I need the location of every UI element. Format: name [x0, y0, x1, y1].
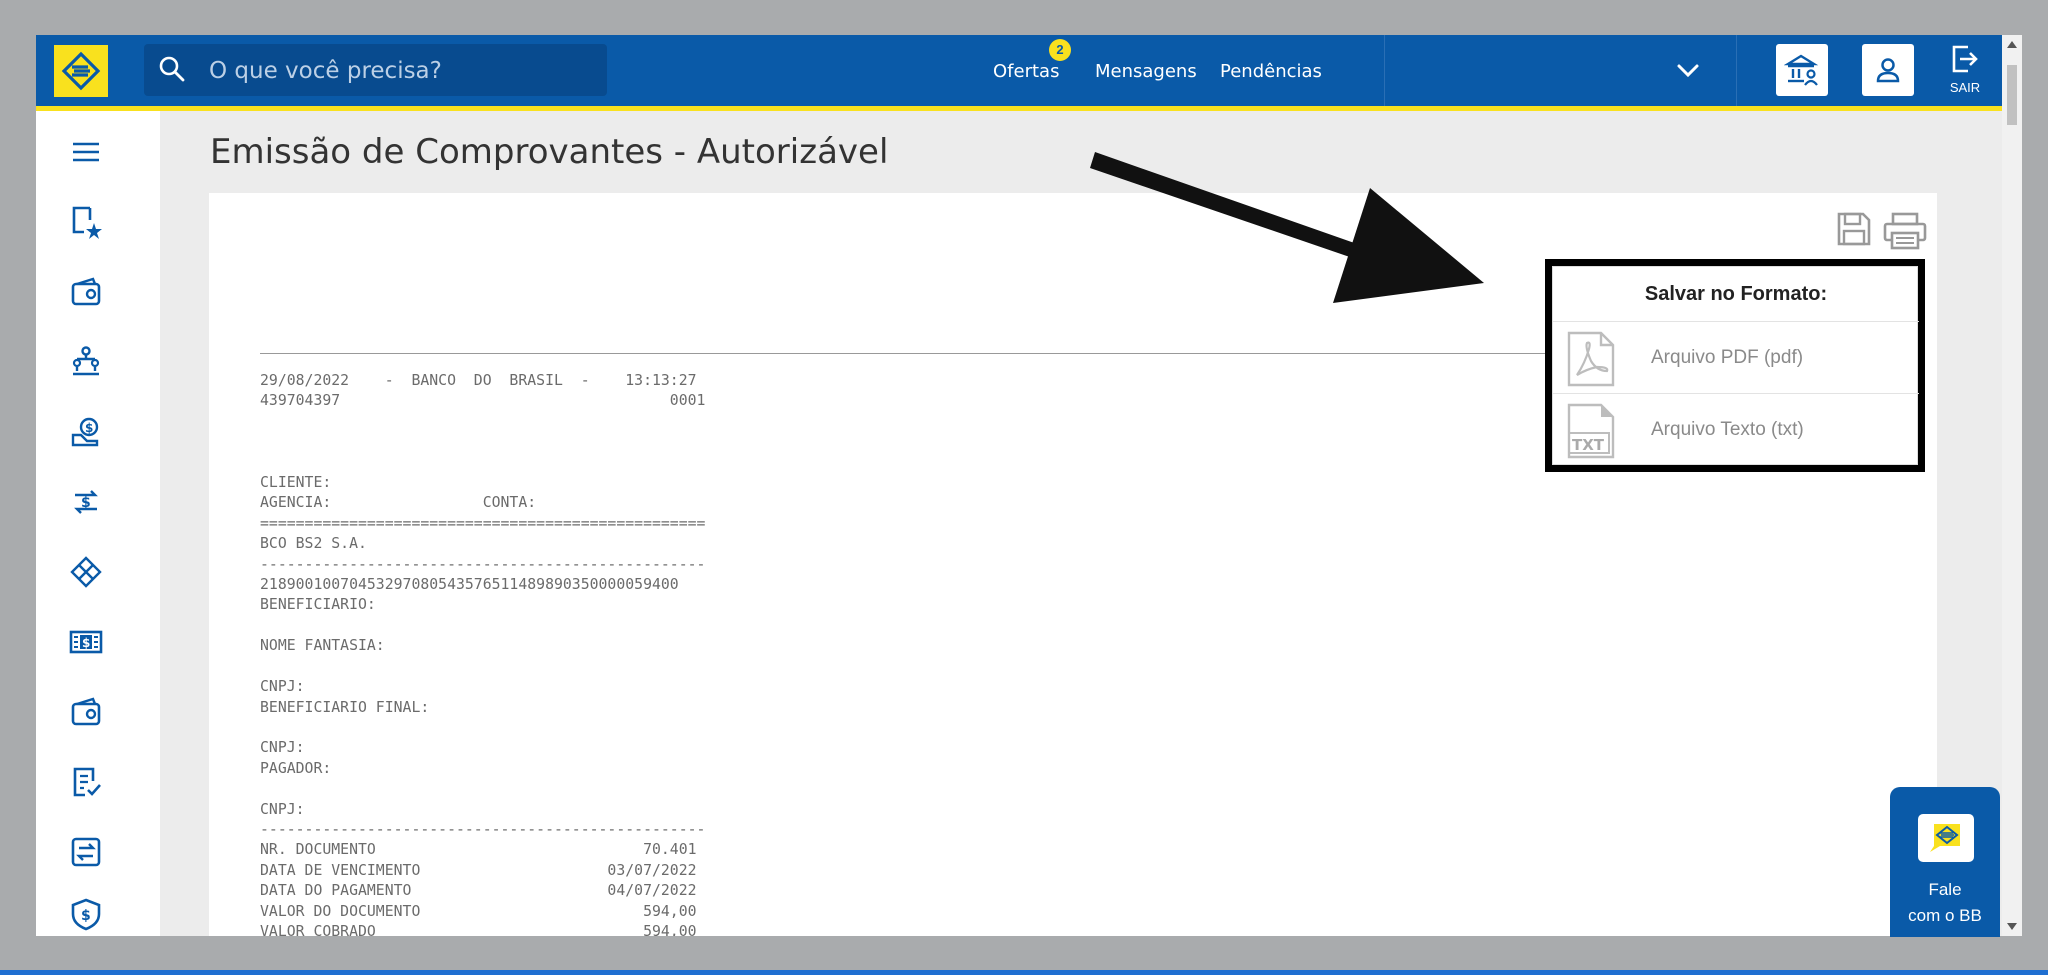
sidebar-item-receipts[interactable]: [64, 760, 108, 804]
nav-ofertas[interactable]: Ofertas: [993, 61, 1059, 82]
page-title: Emissão de Comprovantes - Autorizável: [210, 132, 889, 172]
fale-com-bb-button[interactable]: Fale com o BB: [1890, 787, 2000, 937]
save-format-title: Salvar no Formato:: [1553, 267, 1919, 322]
bank-user-icon: [1784, 54, 1819, 86]
save-pdf-option[interactable]: Arquivo PDF (pdf): [1553, 322, 1919, 394]
bb-logo-icon: [61, 51, 101, 91]
receipt-text: 29/08/2022 - BANCO DO BRASIL - 13:13:27 …: [260, 372, 706, 936]
svg-text:$: $: [85, 421, 93, 435]
nav-pendencias[interactable]: Pendências: [1220, 61, 1322, 82]
pix-icon: [70, 556, 102, 588]
save-format-menu: Salvar no Formato: Arquivo PDF (pdf) TXT…: [1545, 259, 1925, 472]
sidebar-item-wallet[interactable]: [64, 270, 108, 314]
taskbar-strip: [0, 970, 2048, 975]
svg-text:$: $: [82, 636, 90, 650]
divider: [1736, 35, 1737, 106]
nav-mensagens[interactable]: Mensagens: [1095, 61, 1197, 82]
ofertas-badge: 2: [1049, 39, 1071, 61]
banknote-icon: $: [69, 630, 103, 654]
save-format-panel: Salvar no Formato: Arquivo PDF (pdf) TXT…: [1552, 266, 1919, 466]
divider-line: [260, 353, 1560, 354]
sidebar-item-insurance[interactable]: $: [64, 892, 108, 936]
save-txt-option[interactable]: TXT Arquivo Texto (txt): [1553, 394, 1919, 466]
sidebar-item-exchange[interactable]: [64, 830, 108, 874]
txt-file-icon: TXT: [1567, 403, 1615, 459]
save-pdf-label: Arquivo PDF (pdf): [1651, 347, 1804, 368]
search-box[interactable]: O que você precisa?: [144, 44, 607, 96]
profile-button[interactable]: [1862, 44, 1914, 96]
favorites-icon: [72, 206, 102, 239]
print-icon[interactable]: [1882, 211, 1928, 251]
money-transfer-icon: $: [74, 490, 98, 514]
chevron-down-icon[interactable]: [1676, 61, 1700, 81]
save-icon[interactable]: [1836, 211, 1872, 247]
hamburger-icon: [73, 142, 99, 162]
logout-button[interactable]: SAIR: [1942, 43, 1988, 103]
logout-icon: [1952, 45, 1978, 73]
annotation-arrow: [1090, 152, 1484, 303]
scroll-down-arrow[interactable]: [2007, 923, 2017, 930]
shield-money-icon: $: [71, 898, 101, 931]
sidebar-item-cash[interactable]: $: [64, 620, 108, 664]
search-icon: [159, 56, 185, 82]
sidebar-item-wallet-2[interactable]: [64, 690, 108, 734]
document-check-icon: [73, 767, 101, 797]
menu-button[interactable]: [64, 130, 108, 174]
user-icon: [1876, 58, 1900, 83]
divider: [1384, 35, 1385, 106]
top-bar: O que você precisa? Ofertas 2 Mensagens …: [36, 35, 2002, 111]
hand-money-icon: $: [71, 417, 99, 447]
fale-label-line2: com o BB: [1908, 906, 1982, 925]
svg-text:$: $: [81, 908, 91, 924]
hierarchy-icon: [72, 346, 100, 376]
fale-label-line1: Fale: [1928, 880, 1962, 899]
sidebar-item-pix[interactable]: [64, 550, 108, 594]
logout-label: SAIR: [1949, 80, 1981, 95]
sidebar-item-payments[interactable]: $: [64, 410, 108, 454]
scroll-thumb[interactable]: [2007, 65, 2017, 125]
bank-agency-button[interactable]: [1776, 44, 1828, 96]
scrollbar[interactable]: [2002, 35, 2022, 936]
sidebar-item-favorites[interactable]: [64, 200, 108, 244]
svg-text:$: $: [81, 495, 91, 511]
sidebar-item-transfers[interactable]: $: [64, 480, 108, 524]
wallet-icon: [71, 697, 101, 726]
scroll-up-arrow[interactable]: [2007, 41, 2017, 48]
pdf-file-icon: [1567, 331, 1615, 387]
chat-icon: [1918, 814, 1974, 862]
sidebar: $ $ $ $: [36, 111, 160, 936]
save-txt-label: Arquivo Texto (txt): [1651, 419, 1804, 440]
search-placeholder: O que você precisa?: [209, 58, 442, 84]
svg-text:TXT: TXT: [1572, 436, 1605, 454]
sidebar-item-organization[interactable]: [64, 340, 108, 384]
wallet-icon: [71, 277, 101, 306]
bb-logo[interactable]: [54, 45, 108, 97]
exchange-icon: [71, 837, 101, 867]
